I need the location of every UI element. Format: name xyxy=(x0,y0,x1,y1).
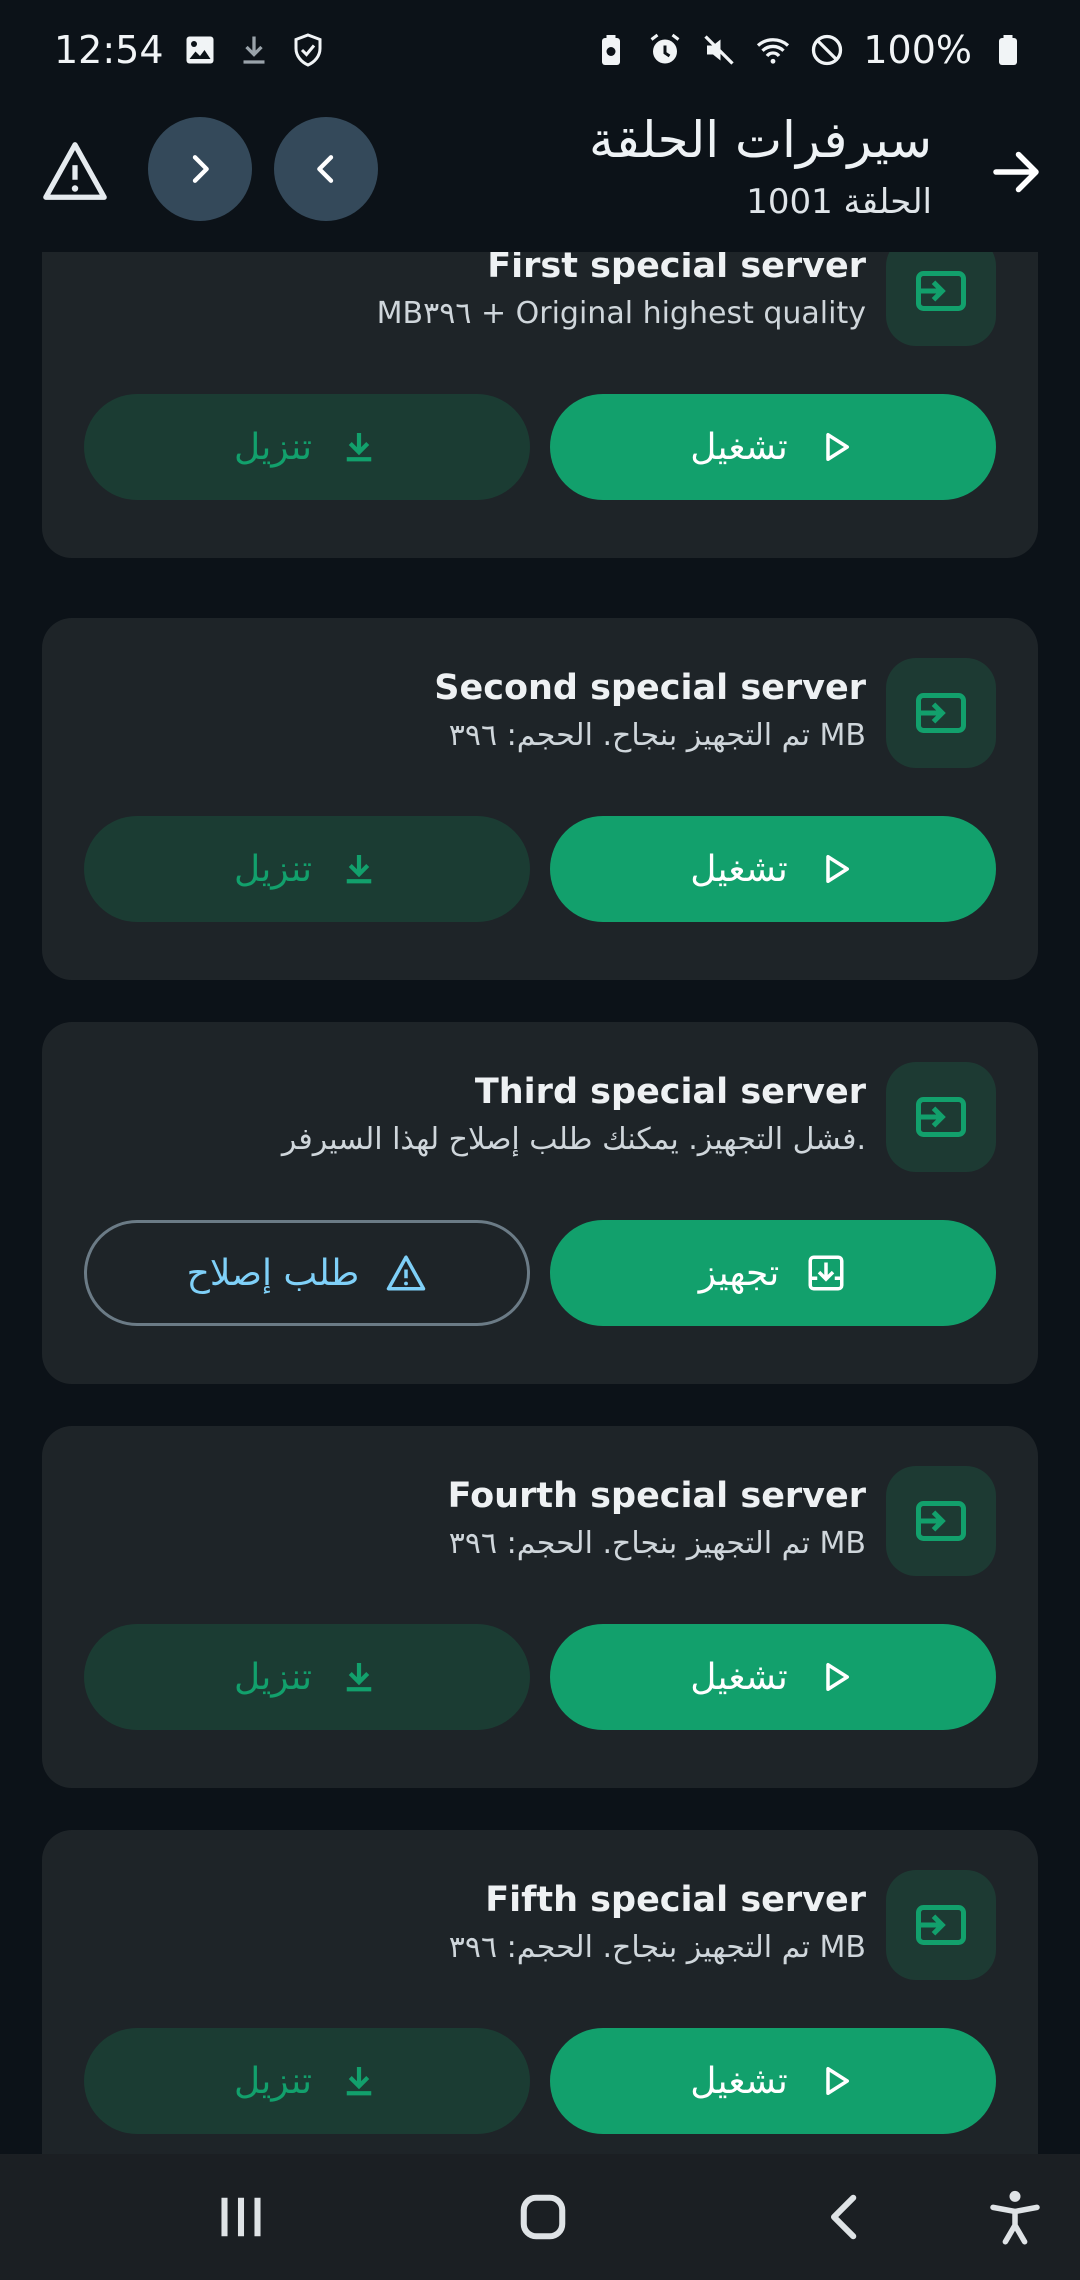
prepare-button[interactable]: تجهيز xyxy=(550,1220,996,1326)
server-icon-box xyxy=(886,1466,996,1576)
warning-icon xyxy=(43,142,107,200)
back-chevron-icon xyxy=(830,2194,857,2240)
back-button[interactable] xyxy=(986,142,1046,202)
accessibility-icon xyxy=(990,2190,1040,2245)
login-icon xyxy=(916,271,966,311)
server-icon-box xyxy=(886,658,996,768)
download-button-label: تنزيل xyxy=(233,848,313,890)
status-bar: 12:54 100% xyxy=(0,0,1080,100)
warning-icon xyxy=(387,1255,426,1291)
play-icon xyxy=(826,2067,849,2095)
request-fix-button-label: طلب إصلاح xyxy=(186,1252,360,1294)
mute-icon xyxy=(701,32,737,68)
home-icon xyxy=(520,2194,566,2240)
play-button-label: تشغيل xyxy=(690,1656,788,1698)
server-card-2: Second special server تم التجهيز بنجاح. … xyxy=(42,618,1038,980)
arrow-right-icon xyxy=(993,151,1039,193)
server-list[interactable]: First special server MB٣٩٦ + Original hi… xyxy=(0,252,1080,2154)
download-button-label: تنزيل xyxy=(233,1656,313,1698)
download-button[interactable]: تنزيل xyxy=(84,1624,530,1730)
page-subtitle: الحلقة 1001 xyxy=(746,182,932,222)
login-icon xyxy=(916,693,966,733)
server-card-4: Fourth special server تم التجهيز بنجاح. … xyxy=(42,1426,1038,1788)
server-title: First special server xyxy=(487,252,866,286)
server-subtitle: تم التجهيز بنجاح. الحجم: ٣٩٦ MB xyxy=(448,718,866,753)
play-button-label: تشغيل xyxy=(690,848,788,890)
server-icon-box xyxy=(886,252,996,346)
prepare-icon xyxy=(808,1255,844,1291)
home-button[interactable] xyxy=(510,2184,576,2250)
do-not-disturb-icon xyxy=(809,32,845,68)
login-icon xyxy=(916,1097,966,1137)
previous-episode-button[interactable] xyxy=(274,117,378,221)
server-icon-box xyxy=(886,1062,996,1172)
request-fix-button[interactable]: طلب إصلاح xyxy=(84,1220,530,1326)
next-episode-button[interactable] xyxy=(148,117,252,221)
chevron-left-icon xyxy=(317,155,334,183)
download-icon xyxy=(346,2067,372,2096)
gallery-icon xyxy=(182,32,218,68)
status-left: 12:54 xyxy=(54,28,326,72)
system-nav-bar xyxy=(0,2154,1080,2280)
shield-icon xyxy=(290,32,326,68)
server-title: Third special server xyxy=(474,1072,866,1112)
download-button[interactable]: تنزيل xyxy=(84,816,530,922)
battery-icon xyxy=(990,32,1026,68)
server-title: Second special server xyxy=(434,668,866,708)
header-titles: سيرفرات الحلقة الحلقة 1001 xyxy=(589,108,932,226)
server-title: Fourth special server xyxy=(447,1476,866,1516)
server-icon-box xyxy=(886,1870,996,1980)
status-time: 12:54 xyxy=(54,28,164,72)
login-icon xyxy=(916,1501,966,1541)
play-button[interactable]: تشغيل xyxy=(550,816,996,922)
prepare-button-label: تجهيز xyxy=(698,1252,780,1294)
download-button[interactable]: تنزيل xyxy=(84,394,530,500)
page-title: سيرفرات الحلقة xyxy=(589,111,932,169)
recents-icon xyxy=(221,2197,261,2237)
status-right: 100% xyxy=(593,28,1026,72)
app-header: سيرفرات الحلقة الحلقة 1001 xyxy=(0,100,1080,252)
login-icon xyxy=(916,1905,966,1945)
server-card-5: Fifth special server تم التجهيز بنجاح. ا… xyxy=(42,1830,1038,2154)
server-subtitle: MB٣٩٦ + Original highest quality xyxy=(376,296,866,331)
download-icon xyxy=(346,855,372,884)
download-button-label: تنزيل xyxy=(233,426,313,468)
alarm-icon xyxy=(647,32,683,68)
play-button[interactable]: تشغيل xyxy=(550,394,996,500)
wifi-icon xyxy=(755,32,791,68)
play-icon xyxy=(826,855,849,883)
battery-saver-icon xyxy=(593,32,629,68)
server-card-1: First special server MB٣٩٦ + Original hi… xyxy=(42,252,1038,558)
system-back-button[interactable] xyxy=(812,2184,878,2250)
server-subtitle: تم التجهيز بنجاح. الحجم: ٣٩٦ MB xyxy=(448,1526,866,1561)
server-card-3: Third special server فشل التجهيز. يمكنك … xyxy=(42,1022,1038,1384)
battery-percent: 100% xyxy=(863,28,972,72)
server-subtitle: تم التجهيز بنجاح. الحجم: ٣٩٦ MB xyxy=(448,1930,866,1965)
download-button-label: تنزيل xyxy=(233,2060,313,2102)
download-button[interactable]: تنزيل xyxy=(84,2028,530,2134)
download-icon xyxy=(346,1663,372,1692)
play-icon xyxy=(826,1663,849,1691)
play-button[interactable]: تشغيل xyxy=(550,2028,996,2134)
chevron-right-icon xyxy=(192,155,209,183)
accessibility-button[interactable] xyxy=(982,2184,1048,2250)
server-title: Fifth special server xyxy=(485,1880,866,1920)
report-warning-button[interactable] xyxy=(40,136,110,206)
play-icon xyxy=(826,433,849,461)
server-subtitle: فشل التجهيز. يمكنك طلب إصلاح لهذا السيرف… xyxy=(281,1122,866,1157)
play-button[interactable]: تشغيل xyxy=(550,1624,996,1730)
download-icon xyxy=(346,433,372,462)
play-button-label: تشغيل xyxy=(690,426,788,468)
download-status-icon xyxy=(236,32,272,68)
play-button-label: تشغيل xyxy=(690,2060,788,2102)
recent-apps-button[interactable] xyxy=(208,2184,274,2250)
